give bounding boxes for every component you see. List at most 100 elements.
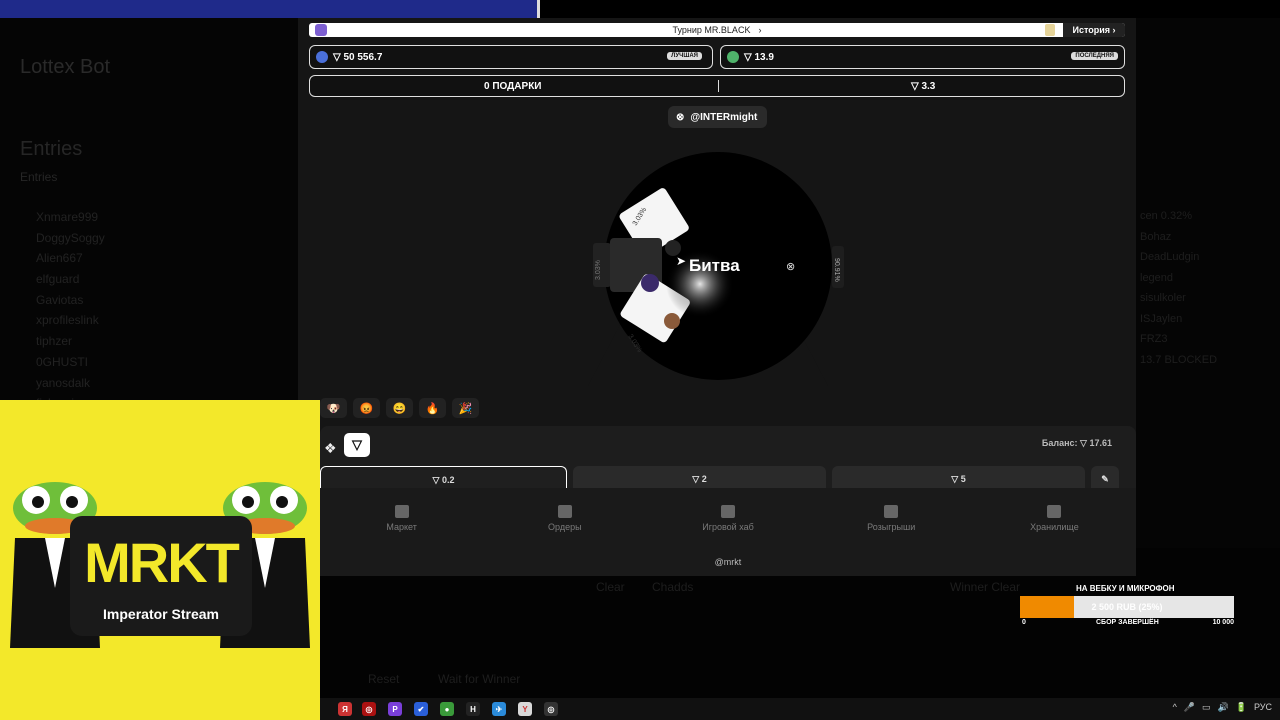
telegram-icon[interactable]: ✈ bbox=[492, 702, 506, 716]
list-item: DoggySoggy bbox=[36, 230, 105, 245]
footer-handle: @mrkt bbox=[714, 557, 742, 567]
list-item: tiphzer bbox=[36, 334, 73, 349]
list-item: ISJaylen bbox=[1140, 312, 1183, 325]
emoji-reactions: 🐶 😡 😄 🔥 🎉 bbox=[320, 398, 479, 418]
chrome-icon[interactable]: ● bbox=[440, 702, 454, 716]
list-item: Xnmare999 bbox=[36, 210, 99, 224]
list-item: Gaviotas bbox=[36, 292, 84, 307]
segment-percent-label: 90.91% bbox=[833, 258, 840, 282]
ton-currency-icon[interactable]: ▽ bbox=[344, 433, 370, 457]
avatar-icon bbox=[727, 51, 739, 63]
app-icon[interactable]: P bbox=[388, 702, 402, 716]
ton-coin-icon bbox=[316, 51, 328, 63]
list-item: Alien667 bbox=[36, 251, 83, 266]
background-title: Lottex Bot bbox=[20, 56, 111, 78]
donation-progress-bar: 2 500 RUB (25%) bbox=[1020, 596, 1234, 618]
emoji-button[interactable]: 🔥 bbox=[419, 398, 446, 418]
best-stat-box: ▽ 50 556.7 ЛУЧШАЯ bbox=[309, 45, 713, 69]
donation-max: 10 000 bbox=[1212, 619, 1234, 626]
spin-icon: ⊗ bbox=[786, 261, 796, 273]
bet-option-2[interactable]: ▽ 2 bbox=[573, 466, 826, 488]
last-tag: ПОСЛЕДНЯЯ bbox=[1071, 52, 1118, 60]
background-left-panel: Lottex Bot Entries Entries Xnmare999 Dog… bbox=[0, 18, 298, 410]
emoji-button[interactable]: 😄 bbox=[386, 398, 413, 418]
nav-item-game-hub[interactable]: Игровой хаб bbox=[646, 488, 809, 548]
background-text: Reset bbox=[368, 672, 400, 686]
donation-min: 0 bbox=[1022, 619, 1026, 626]
background-heading: Entries bbox=[20, 138, 83, 160]
tournament-avatar-icon bbox=[315, 24, 327, 36]
language-indicator[interactable]: РУС bbox=[1254, 702, 1272, 713]
app-footer: @mrkt bbox=[320, 548, 1136, 576]
display-icon[interactable]: ▭ bbox=[1202, 702, 1211, 713]
donation-status: СБОР ЗАВЕРШЁН bbox=[1096, 619, 1159, 626]
microphone-icon[interactable]: 🎤 bbox=[1184, 702, 1195, 713]
mrkt-logo: MRKT bbox=[84, 531, 240, 594]
nav-item-storage[interactable]: Хранилище bbox=[973, 488, 1136, 548]
nav-label: Хранилище bbox=[1030, 521, 1079, 532]
segment-percent-label: 3.03% bbox=[595, 260, 602, 280]
gamepad-icon bbox=[721, 504, 735, 518]
emoji-button[interactable]: 😡 bbox=[353, 398, 380, 418]
list-item: Bohaz bbox=[1140, 230, 1172, 243]
best-value: ▽ 50 556.7 bbox=[333, 51, 383, 63]
app-icon[interactable]: H bbox=[466, 702, 480, 716]
bet-panel: ❖ ▽ Баланс: ▽ 17.61 ▽ 0.2 ▽ 2 ▽ 5 ✎ bbox=[320, 426, 1136, 488]
nav-item-market[interactable]: Маркет bbox=[320, 488, 483, 548]
current-user-chip[interactable]: ⊗ @INTERmight bbox=[668, 106, 768, 128]
emoji-button[interactable]: 🐶 bbox=[320, 398, 347, 418]
nav-item-giveaways[interactable]: Розыгрыши bbox=[810, 488, 973, 548]
stream-overlay-logo: MRKT Imperator Stream bbox=[0, 400, 320, 720]
best-tag: ЛУЧШАЯ bbox=[667, 52, 702, 60]
background-text: Clear bbox=[596, 580, 625, 594]
background-text: Chadds bbox=[652, 580, 694, 594]
background-subheading: Entries bbox=[20, 170, 58, 184]
divider bbox=[718, 80, 719, 92]
yandex-browser-icon[interactable]: Y bbox=[518, 702, 532, 716]
gift-icon[interactable]: ❖ bbox=[324, 440, 337, 457]
yandex-icon[interactable]: Я bbox=[338, 702, 352, 716]
background-text: Winner Clear bbox=[950, 580, 1021, 594]
bet-option-0-2[interactable]: ▽ 0.2 bbox=[320, 466, 567, 488]
nav-item-orders[interactable]: Ордеры bbox=[483, 488, 646, 548]
last-value: ▽ 13.9 bbox=[744, 51, 774, 63]
list-item: FRZ3 bbox=[1140, 333, 1168, 345]
app-icon[interactable]: ✔ bbox=[414, 702, 428, 716]
stream-name: Imperator Stream bbox=[103, 606, 219, 622]
app-icon[interactable]: ◎ bbox=[544, 702, 558, 716]
background-text: Wait for Winner bbox=[438, 672, 521, 686]
list-item: 13.7 BLOCKED bbox=[1140, 353, 1218, 366]
spin-icon: ⊗ bbox=[676, 111, 685, 123]
bet-option-5[interactable]: ▽ 5 bbox=[832, 466, 1085, 488]
username: @INTERmight bbox=[690, 111, 758, 123]
battery-icon[interactable]: 🔋 bbox=[1236, 702, 1247, 713]
mrkt-badge: MRKT Imperator Stream bbox=[70, 516, 252, 636]
nav-label: Маркет bbox=[386, 521, 417, 532]
donation-goal-widget: НА ВЕБКУ И МИКРОФОН 2 500 RUB (25%) 0 СБ… bbox=[1018, 582, 1236, 630]
background-entries-list: Xnmare999 DoggySoggy Alien667 elfguard G… bbox=[36, 210, 105, 417]
list-item: xprofileslink bbox=[36, 313, 99, 328]
nav-label: Розыгрыши bbox=[867, 521, 916, 532]
balance-label: Баланс: ▽ 17.61 bbox=[1041, 438, 1112, 448]
gifts-count: 0 ПОДАРКИ bbox=[484, 81, 542, 92]
list-item: sisulkoler bbox=[1140, 292, 1186, 304]
background-right-panel: cen 0.32% Bohaz DeadLudgin legend sisulk… bbox=[1136, 18, 1280, 578]
donation-title: НА ВЕБКУ И МИКРОФОН bbox=[1076, 584, 1175, 593]
tournament-label: Турнир MR.BLACK bbox=[672, 25, 751, 35]
list-item: cen 0.32% bbox=[1140, 210, 1192, 222]
edit-bet-icon[interactable]: ✎ bbox=[1091, 466, 1119, 488]
battle-label: Битва bbox=[689, 256, 740, 275]
emoji-button[interactable]: 🎉 bbox=[452, 398, 479, 418]
opera-icon[interactable]: ◎ bbox=[362, 702, 376, 716]
ticket-icon bbox=[884, 504, 899, 518]
history-button[interactable]: История › bbox=[1063, 23, 1125, 37]
taskbar: Я ◎ P ✔ ● H ✈ Y ◎ ^ 🎤 ▭ 🔊 🔋 РУС bbox=[320, 698, 1280, 720]
top-window-bar bbox=[0, 0, 540, 18]
list-item: 0GHUSTI bbox=[36, 354, 89, 369]
bottom-nav: Маркет Ордеры Игровой хаб Розыгрыши Хран… bbox=[320, 488, 1136, 548]
tournament-banner[interactable]: Турнир MR.BLACK › История › bbox=[309, 23, 1125, 37]
volume-icon[interactable]: 🔊 bbox=[1218, 702, 1229, 713]
nav-label: Ордеры bbox=[548, 521, 582, 532]
archive-icon bbox=[1047, 504, 1062, 518]
tray-chevron-icon[interactable]: ^ bbox=[1173, 702, 1177, 713]
